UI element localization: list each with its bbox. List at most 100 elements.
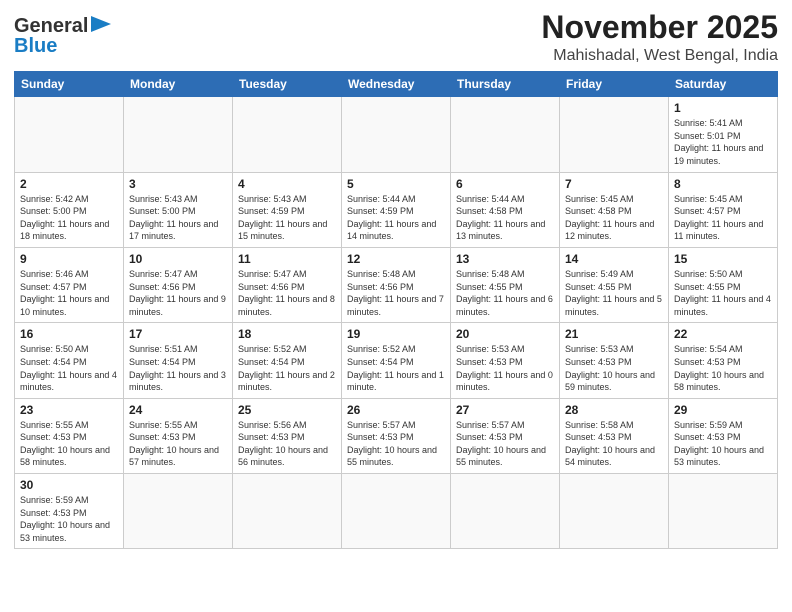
table-row: 23Sunrise: 5:55 AM Sunset: 4:53 PM Dayli… — [15, 398, 124, 473]
table-row: 16 Sunrise: 5:50 AM Sunset: 4:54 PM Dayli… — [15, 323, 124, 398]
day-info: Sunrise: 5:57 AM Sunset: 4:53 PM Dayligh… — [456, 419, 554, 469]
weekday-header-row: Sunday Monday Tuesday Wednesday Thursday… — [15, 72, 778, 97]
day-info: Sunrise: 5:43 AM Sunset: 4:59 PM Dayligh… — [238, 193, 336, 243]
table-row — [560, 97, 669, 172]
table-row: 22Sunrise: 5:54 AM Sunset: 4:53 PM Dayli… — [669, 323, 778, 398]
header-sunday: Sunday — [15, 72, 124, 97]
header: General Blue November 2025 Mahishadal, W… — [14, 10, 778, 65]
calendar-table: Sunday Monday Tuesday Wednesday Thursday… — [14, 71, 778, 549]
title-section: November 2025 Mahishadal, West Bengal, I… — [541, 10, 778, 65]
table-row: 29 Sunrise: 5:59 AM Sunset: 4:53 PM Dayli… — [669, 398, 778, 473]
day-number: 8 — [674, 177, 772, 191]
day-info: Sunrise: 5:43 AM Sunset: 5:00 PM Dayligh… — [129, 193, 227, 243]
logo: General Blue — [14, 14, 113, 58]
header-thursday: Thursday — [451, 72, 560, 97]
table-row: 11 Sunrise: 5:47 AM Sunset: 4:56 PM Dayli… — [233, 247, 342, 322]
table-row: 10 Sunrise: 5:47 AM Sunset: 4:56 PM Dayli… — [124, 247, 233, 322]
day-number: 7 — [565, 177, 663, 191]
day-info: Sunrise: 5:48 AM Sunset: 4:55 PM Dayligh… — [456, 268, 554, 318]
day-info: Sunrise: 5:57 AM Sunset: 4:53 PM Dayligh… — [347, 419, 445, 469]
calendar-week-row: 1Sunrise: 5:41 AM Sunset: 5:01 PM Daylig… — [15, 97, 778, 172]
day-info: Sunrise: 5:47 AM Sunset: 4:56 PM Dayligh… — [238, 268, 336, 318]
header-tuesday: Tuesday — [233, 72, 342, 97]
table-row: 25 Sunrise: 5:56 AM Sunset: 4:53 PM Dayli… — [233, 398, 342, 473]
table-row — [451, 474, 560, 549]
day-info: Sunrise: 5:52 AM Sunset: 4:54 PM Dayligh… — [238, 343, 336, 393]
day-number: 11 — [238, 252, 336, 266]
calendar-week-row: 2 Sunrise: 5:42 AM Sunset: 5:00 PM Daylig… — [15, 172, 778, 247]
table-row: 15Sunrise: 5:50 AM Sunset: 4:55 PM Dayli… — [669, 247, 778, 322]
day-number: 18 — [238, 327, 336, 341]
day-info: Sunrise: 5:56 AM Sunset: 4:53 PM Dayligh… — [238, 419, 336, 469]
calendar-week-row: 30Sunrise: 5:59 AM Sunset: 4:53 PM Dayli… — [15, 474, 778, 549]
day-number: 16 — [20, 327, 118, 341]
day-info: Sunrise: 5:42 AM Sunset: 5:00 PM Dayligh… — [20, 193, 118, 243]
day-number: 29 — [674, 403, 772, 417]
day-number: 14 — [565, 252, 663, 266]
day-number: 2 — [20, 177, 118, 191]
table-row: 13 Sunrise: 5:48 AM Sunset: 4:55 PM Dayli… — [451, 247, 560, 322]
page: General Blue November 2025 Mahishadal, W… — [0, 0, 792, 612]
table-row — [15, 97, 124, 172]
day-number: 4 — [238, 177, 336, 191]
day-number: 26 — [347, 403, 445, 417]
day-number: 15 — [674, 252, 772, 266]
day-info: Sunrise: 5:47 AM Sunset: 4:56 PM Dayligh… — [129, 268, 227, 318]
table-row — [233, 474, 342, 549]
day-number: 20 — [456, 327, 554, 341]
table-row: 3 Sunrise: 5:43 AM Sunset: 5:00 PM Daylig… — [124, 172, 233, 247]
day-info: Sunrise: 5:50 AM Sunset: 4:54 PM Dayligh… — [20, 343, 118, 393]
day-number: 5 — [347, 177, 445, 191]
table-row: 27Sunrise: 5:57 AM Sunset: 4:53 PM Dayli… — [451, 398, 560, 473]
day-number: 17 — [129, 327, 227, 341]
table-row: 5 Sunrise: 5:44 AM Sunset: 4:59 PM Daylig… — [342, 172, 451, 247]
table-row — [560, 474, 669, 549]
day-info: Sunrise: 5:48 AM Sunset: 4:56 PM Dayligh… — [347, 268, 445, 318]
header-monday: Monday — [124, 72, 233, 97]
day-number: 9 — [20, 252, 118, 266]
day-info: Sunrise: 5:59 AM Sunset: 4:53 PM Dayligh… — [674, 419, 772, 469]
day-info: Sunrise: 5:45 AM Sunset: 4:57 PM Dayligh… — [674, 193, 772, 243]
logo-triangle-icon — [91, 14, 113, 34]
table-row — [124, 474, 233, 549]
table-row: 19Sunrise: 5:52 AM Sunset: 4:54 PM Dayli… — [342, 323, 451, 398]
table-row: 21Sunrise: 5:53 AM Sunset: 4:53 PM Dayli… — [560, 323, 669, 398]
table-row: 9 Sunrise: 5:46 AM Sunset: 4:57 PM Daylig… — [15, 247, 124, 322]
table-row: 8 Sunrise: 5:45 AM Sunset: 4:57 PM Daylig… — [669, 172, 778, 247]
table-row — [124, 97, 233, 172]
day-info: Sunrise: 5:53 AM Sunset: 4:53 PM Dayligh… — [456, 343, 554, 393]
day-info: Sunrise: 5:55 AM Sunset: 4:53 PM Dayligh… — [20, 419, 118, 469]
table-row: 14 Sunrise: 5:49 AM Sunset: 4:55 PM Dayli… — [560, 247, 669, 322]
table-row: 20 Sunrise: 5:53 AM Sunset: 4:53 PM Dayli… — [451, 323, 560, 398]
table-row — [342, 474, 451, 549]
calendar-week-row: 23Sunrise: 5:55 AM Sunset: 4:53 PM Dayli… — [15, 398, 778, 473]
day-info: Sunrise: 5:58 AM Sunset: 4:53 PM Dayligh… — [565, 419, 663, 469]
table-row: 12Sunrise: 5:48 AM Sunset: 4:56 PM Dayli… — [342, 247, 451, 322]
table-row: 18 Sunrise: 5:52 AM Sunset: 4:54 PM Dayli… — [233, 323, 342, 398]
calendar-week-row: 9 Sunrise: 5:46 AM Sunset: 4:57 PM Daylig… — [15, 247, 778, 322]
day-info: Sunrise: 5:49 AM Sunset: 4:55 PM Dayligh… — [565, 268, 663, 318]
day-info: Sunrise: 5:46 AM Sunset: 4:57 PM Dayligh… — [20, 268, 118, 318]
day-info: Sunrise: 5:44 AM Sunset: 4:59 PM Dayligh… — [347, 193, 445, 243]
day-info: Sunrise: 5:55 AM Sunset: 4:53 PM Dayligh… — [129, 419, 227, 469]
day-number: 25 — [238, 403, 336, 417]
day-number: 24 — [129, 403, 227, 417]
table-row — [669, 474, 778, 549]
day-number: 10 — [129, 252, 227, 266]
table-row: 4 Sunrise: 5:43 AM Sunset: 4:59 PM Daylig… — [233, 172, 342, 247]
header-wednesday: Wednesday — [342, 72, 451, 97]
day-number: 3 — [129, 177, 227, 191]
table-row: 7Sunrise: 5:45 AM Sunset: 4:58 PM Daylig… — [560, 172, 669, 247]
table-row: 26 Sunrise: 5:57 AM Sunset: 4:53 PM Dayli… — [342, 398, 451, 473]
table-row — [451, 97, 560, 172]
table-row: 6Sunrise: 5:44 AM Sunset: 4:58 PM Daylig… — [451, 172, 560, 247]
table-row: 17Sunrise: 5:51 AM Sunset: 4:54 PM Dayli… — [124, 323, 233, 398]
calendar-week-row: 16 Sunrise: 5:50 AM Sunset: 4:54 PM Dayli… — [15, 323, 778, 398]
day-number: 13 — [456, 252, 554, 266]
calendar-title: November 2025 — [541, 10, 778, 45]
table-row: 28Sunrise: 5:58 AM Sunset: 4:53 PM Dayli… — [560, 398, 669, 473]
day-number: 19 — [347, 327, 445, 341]
day-number: 30 — [20, 478, 118, 492]
table-row — [233, 97, 342, 172]
day-number: 21 — [565, 327, 663, 341]
